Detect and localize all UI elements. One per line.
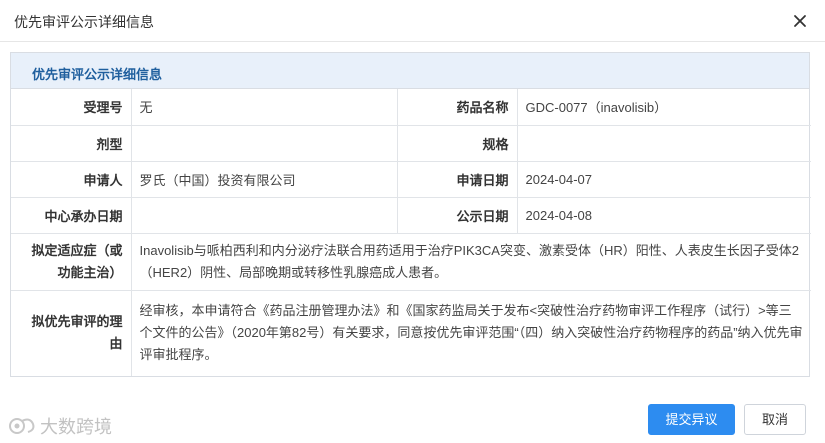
label-specification: 规格: [396, 124, 518, 162]
dialog-header: 优先审评公示详细信息: [0, 0, 825, 42]
cancel-button[interactable]: 取消: [744, 404, 806, 435]
table-row: 剂型 规格: [11, 124, 811, 162]
value-drug-name: GDC-0077（inavolisib）: [516, 89, 811, 126]
value-indication: Inavolisib与哌柏西利和内分泌疗法联合用药适用于治疗PIK3CA突变、激…: [130, 232, 811, 291]
dialog-title: 优先审评公示详细信息: [14, 14, 154, 30]
brand-logo-icon: [8, 415, 36, 437]
value-dosage-form: [130, 124, 398, 162]
watermark-text: 大数跨境: [40, 417, 112, 437]
label-center-date: 中心承办日期: [11, 196, 132, 234]
label-indication: 拟定适应症（或功能主治）: [11, 232, 132, 291]
close-icon[interactable]: [791, 12, 809, 30]
detail-panel: 优先审评公示详细信息 受理号 无 药品名称 GDC-0077（inavolisi…: [10, 52, 811, 377]
label-dosage-form: 剂型: [11, 124, 132, 162]
watermark: 大数跨境: [8, 413, 112, 439]
value-publicity-date: 2024-04-08: [516, 196, 811, 234]
panel-heading: 优先审评公示详细信息: [11, 53, 809, 89]
detail-table: 受理号 无 药品名称 GDC-0077（inavolisib） 剂型 规格 申请…: [11, 89, 811, 376]
label-drug-name: 药品名称: [396, 89, 518, 126]
table-row: 受理号 无 药品名称 GDC-0077（inavolisib）: [11, 89, 811, 126]
panel-heading-text: 优先审评公示详细信息: [32, 67, 163, 82]
label-priority-reason: 拟优先审评的理由: [11, 289, 132, 376]
label-publicity-date: 公示日期: [396, 196, 518, 234]
table-row: 拟优先审评的理由 经审核，本申请符合《药品注册管理办法》和《国家药监局关于发布<…: [11, 289, 811, 376]
label-applicant: 申请人: [11, 160, 132, 198]
table-row: 申请人 罗氏（中国）投资有限公司 申请日期 2024-04-07: [11, 160, 811, 198]
table-row: 拟定适应症（或功能主治） Inavolisib与哌柏西利和内分泌疗法联合用药适用…: [11, 232, 811, 291]
label-application-date: 申请日期: [396, 160, 518, 198]
detail-dialog: 优先审评公示详细信息 优先审评公示详细信息 受理号 无 药品名称 GDC-007…: [0, 0, 825, 443]
value-priority-reason: 经审核，本申请符合《药品注册管理办法》和《国家药监局关于发布<突破性治疗药物审评…: [130, 289, 811, 376]
value-acceptance-no: 无: [130, 89, 398, 126]
value-applicant: 罗氏（中国）投资有限公司: [130, 160, 398, 198]
submit-objection-button[interactable]: 提交异议: [648, 404, 735, 435]
label-acceptance-no: 受理号: [11, 89, 132, 126]
value-center-date: [130, 196, 398, 234]
table-row: 中心承办日期 公示日期 2024-04-08: [11, 196, 811, 234]
value-application-date: 2024-04-07: [516, 160, 811, 198]
value-specification: [516, 124, 811, 162]
